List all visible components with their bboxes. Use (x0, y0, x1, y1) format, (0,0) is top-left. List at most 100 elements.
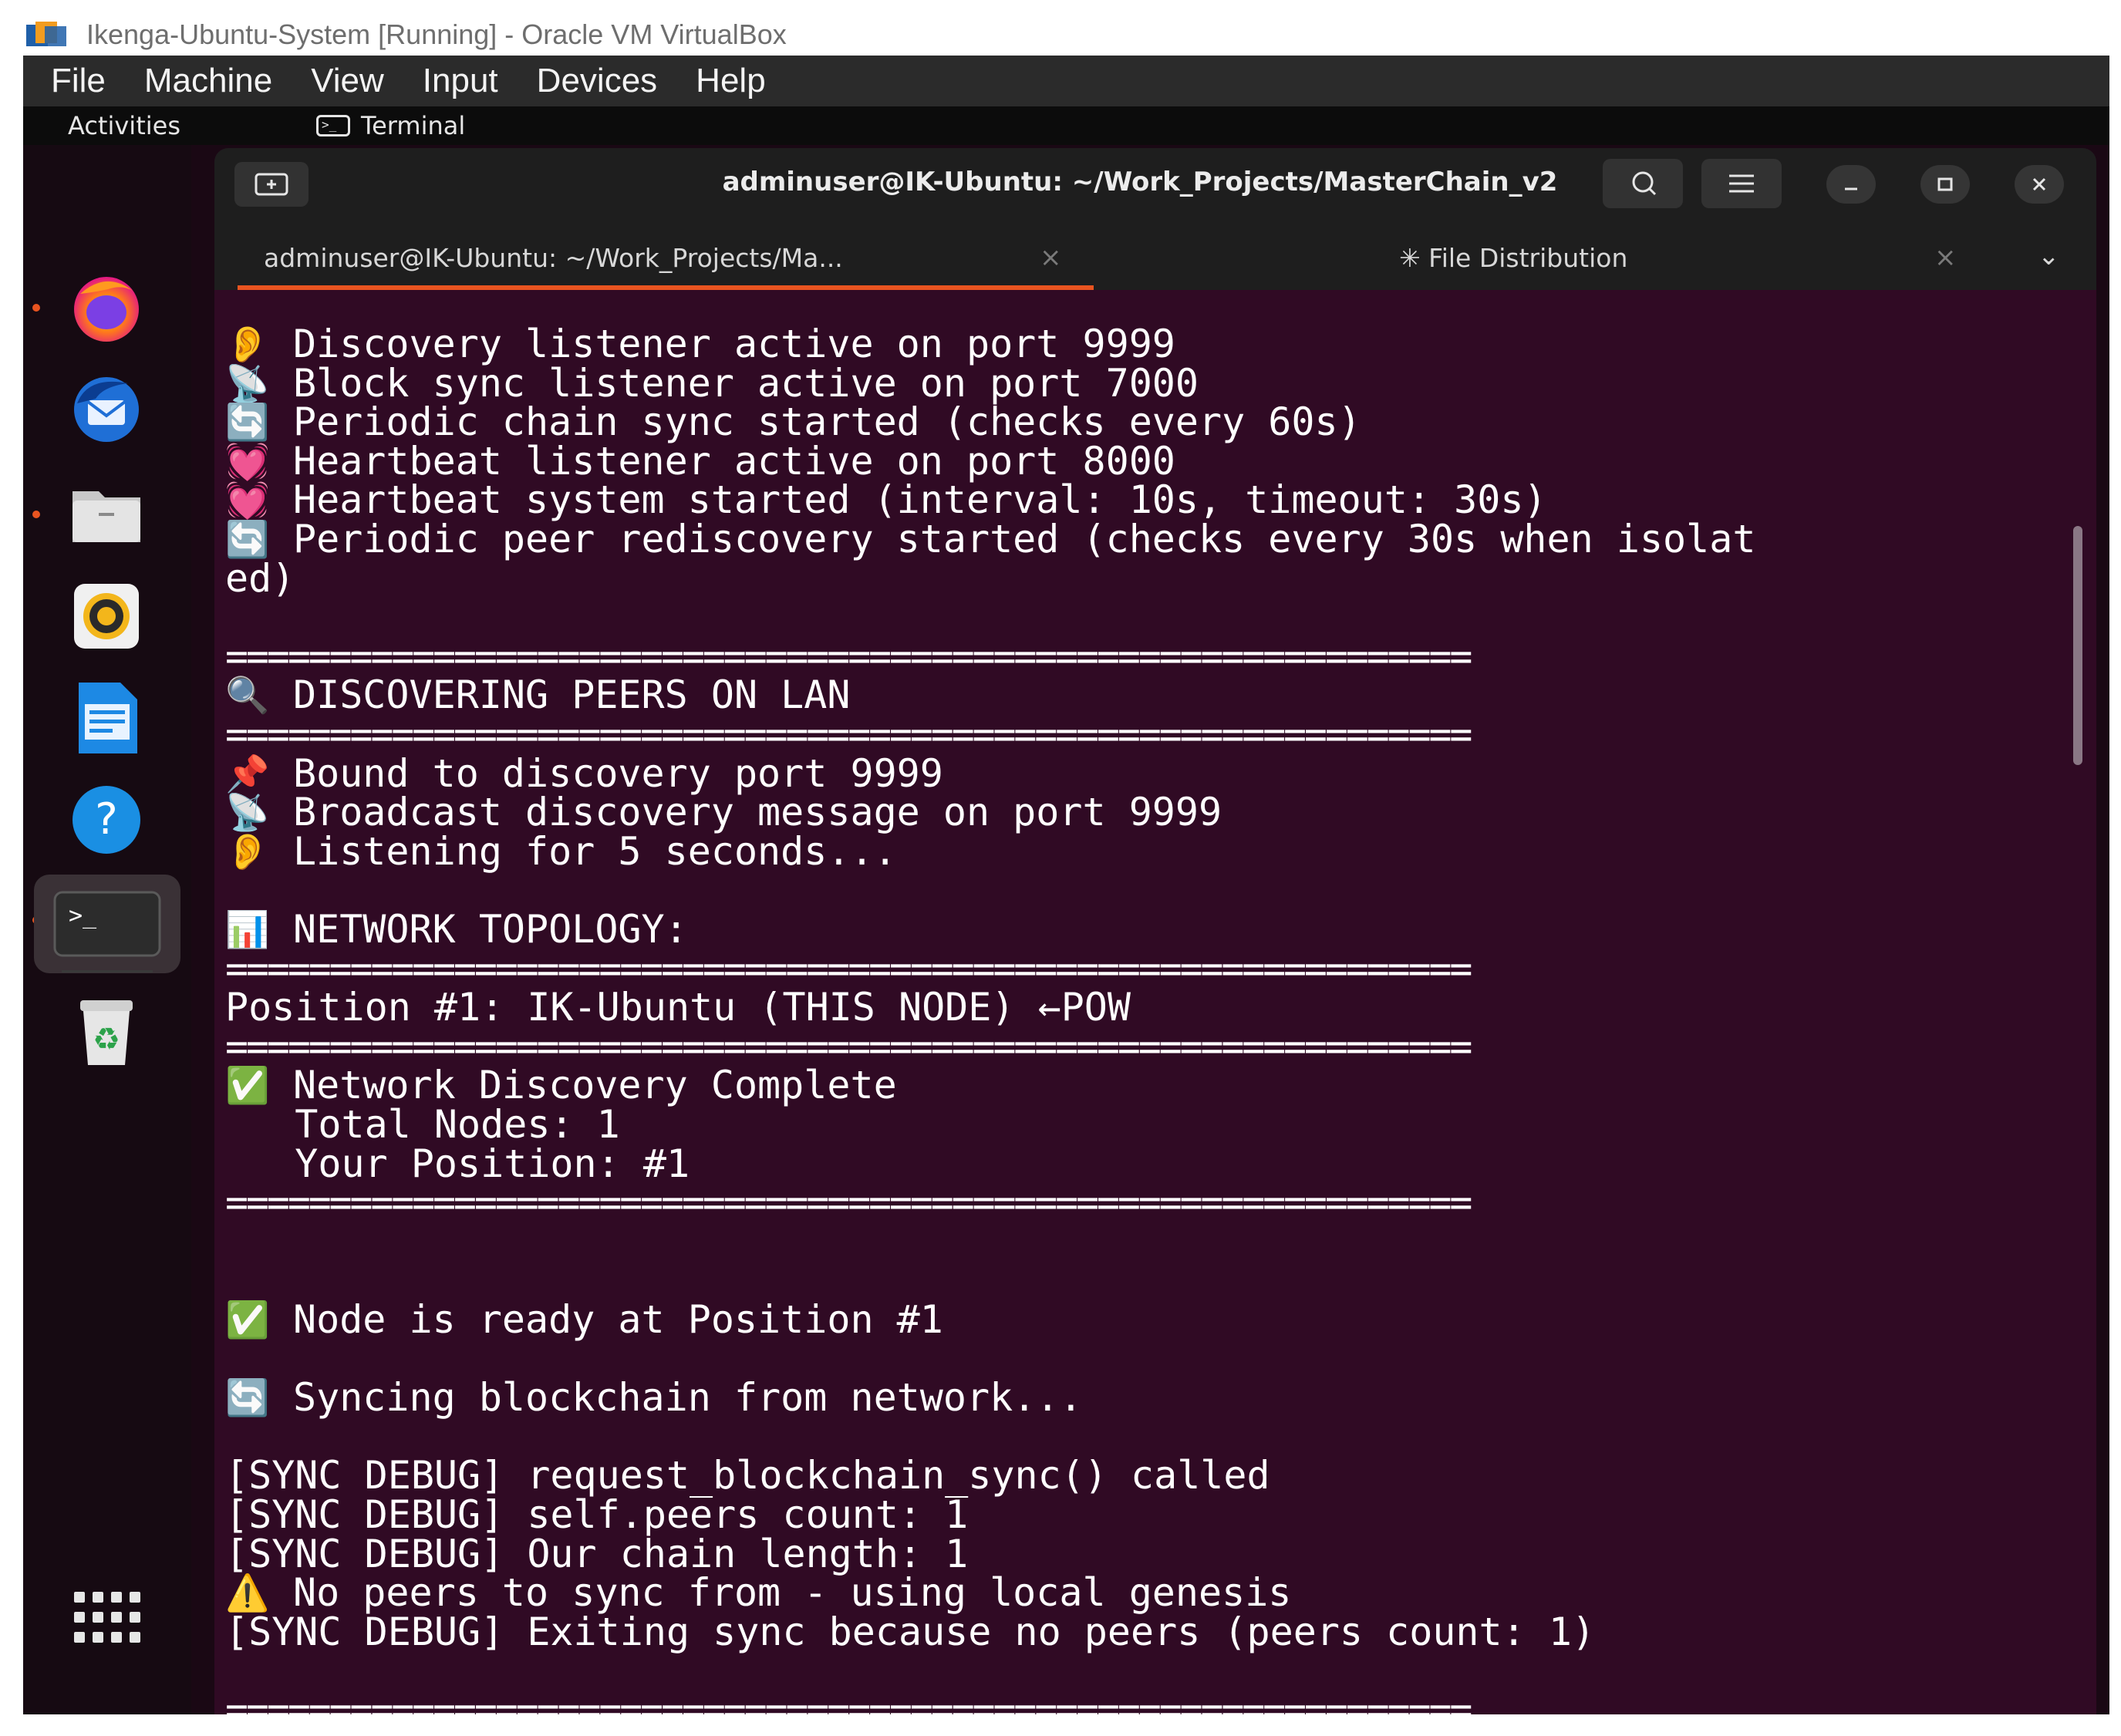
virtualbox-logo-icon (25, 20, 69, 49)
rhythmbox-speaker-icon (74, 584, 139, 649)
terminal-scrollbar[interactable] (2073, 526, 2082, 765)
terminal-headerbar: adminuser@IK-Ubuntu: ~/Work_Projects/Mas… (214, 148, 2096, 225)
show-apps-button[interactable] (52, 1572, 160, 1663)
tab-file-distribution[interactable]: ✳ File Distribution × (1132, 225, 1996, 290)
tab-close-icon[interactable]: × (1934, 242, 1957, 273)
separator-line: ========================================… (225, 712, 1472, 757)
tab-close-icon[interactable]: × (1040, 242, 1062, 273)
separator-line: ========================================… (225, 1024, 1472, 1069)
terminal-small-icon: >_ (316, 115, 350, 137)
dock-help[interactable]: ? (52, 774, 160, 865)
libreoffice-writer-icon (79, 683, 137, 753)
dock-rhythmbox[interactable] (52, 571, 160, 662)
terminal-line-text: Periodic peer rediscovery started (check… (293, 517, 1756, 561)
terminal-line-text: Periodic chain sync started (checks ever… (293, 399, 1361, 444)
topbar-app-menu[interactable]: >_ Terminal (316, 111, 465, 140)
tab-list-dropdown-icon[interactable]: ⌄ (2038, 241, 2060, 271)
menu-devices[interactable]: Devices (537, 62, 658, 100)
terminal-line: Total Nodes: 1 (225, 1103, 619, 1146)
emoji-icon: ✅ (225, 1299, 270, 1340)
terminal-line: 📡 Broadcast discovery message on port 999… (225, 790, 1222, 834)
separator-line: ========================================… (225, 1180, 1472, 1225)
dock-files[interactable] (52, 469, 160, 560)
terminal-line: 📡 Block sync listener active on port 7000 (225, 362, 1199, 405)
emoji-icon: 🔄 (225, 518, 270, 560)
terminal-line: 🔄 Syncing blockchain from network... (225, 1376, 1083, 1419)
ubuntu-dock: ? >_ ♻ (23, 145, 191, 1714)
terminal-output[interactable]: 👂 Discovery listener active on port 9999 📡… (214, 290, 2096, 1714)
separator-line: ========================================… (225, 634, 1472, 679)
terminal-line-text: Heartbeat system started (interval: 10s,… (293, 477, 1547, 522)
menu-file[interactable]: File (51, 62, 106, 100)
terminal-line-text: Your Position: #1 (225, 1141, 690, 1186)
terminal-line: 💓 Heartbeat listener active on port 8000 (225, 440, 1175, 483)
topbar-app-label: Terminal (361, 111, 466, 140)
emoji-icon: 💓 (225, 479, 270, 521)
dock-writer[interactable] (52, 672, 160, 764)
terminal-line-text: Heartbeat listener active on port 8000 (293, 439, 1175, 484)
show-apps-icon (74, 1592, 140, 1643)
hamburger-icon (1729, 174, 1754, 193)
maximize-button[interactable] (1920, 165, 1970, 204)
terminal-line-text: ed) (225, 556, 295, 601)
dock-trash[interactable]: ♻ (52, 986, 160, 1077)
terminal-title: adminuser@IK-Ubuntu: ~/Work_Projects/Mas… (214, 167, 2096, 197)
terminal-line: 📊 NETWORK TOPOLOGY: (225, 908, 688, 951)
terminal-line: 🔄 Periodic peer rediscovery started (chec… (225, 517, 1755, 561)
terminal-line-text: Node is ready at Position #1 (293, 1297, 943, 1342)
close-icon (2032, 177, 2046, 191)
terminal-line-text: DISCOVERING PEERS ON LAN (293, 672, 851, 717)
terminal-line-text: [SYNC DEBUG] Our chain length: 1 (225, 1532, 969, 1576)
activities-button[interactable]: Activities (68, 111, 299, 140)
search-button[interactable] (1603, 159, 1683, 208)
dock-firefox[interactable] (52, 262, 160, 353)
emoji-icon: 📡 (225, 791, 270, 833)
running-indicator (32, 511, 40, 518)
terminal-window: adminuser@IK-Ubuntu: ~/Work_Projects/Mas… (214, 148, 2096, 1714)
terminal-line: ed) (225, 557, 295, 600)
terminal-line-text: [SYNC DEBUG] self.peers count: 1 (225, 1492, 969, 1537)
emoji-icon: 📡 (225, 362, 270, 404)
terminal-line-text: No peers to sync from - using local gene… (293, 1570, 1292, 1615)
separator-line: ========================================… (225, 1687, 1472, 1714)
terminal-line: [SYNC DEBUG] request_blockchain_sync() c… (225, 1454, 1270, 1497)
menu-machine[interactable]: Machine (144, 62, 272, 100)
guest-desktop: Activities >_ Terminal ? >_ ♻ adminuser@… (23, 106, 2109, 1714)
emoji-icon: 👂 (225, 323, 270, 365)
recycle-glyph: ♻ (93, 1022, 120, 1057)
terminal-line: [SYNC DEBUG] Our chain length: 1 (225, 1532, 968, 1576)
terminal-line: 👂 Discovery listener active on port 9999 (225, 322, 1175, 366)
terminal-glyph: >_ (69, 902, 97, 929)
dock-thunderbird[interactable] (52, 364, 160, 455)
minimize-button[interactable] (1826, 165, 1876, 204)
running-indicator (32, 304, 40, 312)
menu-view[interactable]: View (311, 62, 384, 100)
hamburger-menu-button[interactable] (1701, 159, 1782, 208)
emoji-icon: 🔍 (225, 674, 270, 716)
minimize-icon (1845, 187, 1857, 190)
search-icon (1632, 171, 1657, 196)
menu-input[interactable]: Input (423, 62, 498, 100)
terminal-line-text: Discovery listener active on port 9999 (293, 322, 1175, 366)
close-window-button[interactable] (2015, 165, 2064, 204)
trash-icon: ♻ (80, 1000, 133, 1065)
terminal-line: ✅ Network Discovery Complete (225, 1064, 897, 1107)
menu-help[interactable]: Help (696, 62, 766, 100)
terminal-line: ⚠️ No peers to sync from - using local ge… (225, 1571, 1291, 1614)
gnome-top-bar: Activities >_ Terminal (23, 106, 2109, 145)
separator-line: ========================================… (225, 946, 1472, 991)
dock-terminal[interactable]: >_ (34, 875, 180, 973)
terminal-title-text: adminuser@IK-Ubuntu: ~/Work_Projects/Mas… (722, 167, 1558, 197)
emoji-icon: ✅ (225, 1064, 270, 1106)
terminal-line-text: Listening for 5 seconds... (293, 829, 897, 874)
emoji-icon: 📊 (225, 908, 270, 950)
terminal-line: 🔍 DISCOVERING PEERS ON LAN (225, 673, 850, 716)
terminal-line: Position #1: IK-Ubuntu (THIS NODE) ←POW (225, 986, 1131, 1029)
vbox-window-title: Ikenga-Ubuntu-System [Running] - Oracle … (86, 19, 787, 50)
terminal-line-text: Network Discovery Complete (293, 1063, 897, 1107)
terminal-line-text: Broadcast discovery message on port 9999 (293, 790, 1222, 834)
vbox-titlebar: Ikenga-Ubuntu-System [Running] - Oracle … (23, 14, 2109, 56)
terminal-line-text: Position #1: IK-Ubuntu (THIS NODE) ←POW (225, 985, 1131, 1030)
tab-main-shell[interactable]: adminuser@IK-Ubuntu: ~/Work_Projects/Ma.… (238, 225, 1094, 290)
emoji-icon: 📌 (225, 753, 270, 794)
